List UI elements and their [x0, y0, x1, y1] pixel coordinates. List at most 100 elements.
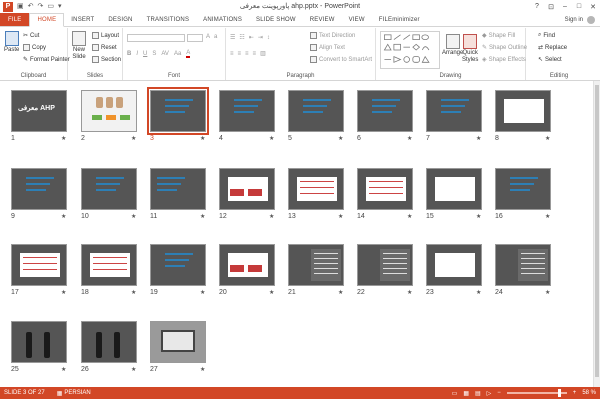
line-spacing-icon[interactable]: ↕ — [267, 35, 270, 41]
transition-star-icon[interactable]: ★ — [269, 289, 274, 296]
tab-fileminimizer[interactable]: FILEminimizer — [372, 13, 427, 26]
arrange-button[interactable]: Arrange — [442, 34, 463, 56]
tab-insert[interactable]: INSERT — [64, 13, 101, 26]
slide-thumbnail-25[interactable] — [11, 321, 67, 363]
tab-home[interactable]: HOME — [29, 13, 65, 27]
transition-star-icon[interactable]: ★ — [407, 135, 412, 142]
transition-star-icon[interactable]: ★ — [338, 213, 343, 220]
transition-star-icon[interactable]: ★ — [200, 289, 205, 296]
transition-star-icon[interactable]: ★ — [476, 135, 481, 142]
transition-star-icon[interactable]: ★ — [545, 135, 550, 142]
transition-star-icon[interactable]: ★ — [61, 213, 66, 220]
transition-star-icon[interactable]: ★ — [200, 213, 205, 220]
slide-thumbnail-1[interactable]: معرفی AHP — [11, 90, 67, 132]
minimize-button[interactable]: – — [558, 0, 572, 13]
quick-styles-button[interactable]: Quick Styles — [462, 34, 478, 63]
redo-icon[interactable]: ↷ — [38, 2, 44, 12]
align-center-icon[interactable]: ≡ — [238, 51, 242, 57]
ribbon-display-options-button[interactable]: ⊡ — [544, 0, 558, 13]
slide-thumbnail-13[interactable] — [288, 168, 344, 210]
grow-font-icon[interactable]: A — [206, 34, 210, 40]
slide-thumbnail-3[interactable] — [147, 87, 209, 135]
slide-thumbnail-19[interactable] — [150, 244, 206, 286]
save-icon[interactable]: ▣ — [17, 2, 24, 12]
language-indicator[interactable]: ▦ PERSIAN — [57, 390, 91, 397]
bold-icon[interactable]: B — [127, 51, 131, 57]
slide-thumbnail-16[interactable] — [495, 168, 551, 210]
increase-indent-icon[interactable]: ⇥ — [258, 34, 263, 41]
transition-star-icon[interactable]: ★ — [407, 213, 412, 220]
transition-star-icon[interactable]: ★ — [338, 289, 343, 296]
tab-transitions[interactable]: TRANSITIONS — [140, 13, 197, 26]
customize-icon[interactable]: ▾ — [58, 2, 62, 12]
transition-star-icon[interactable]: ★ — [269, 135, 274, 142]
undo-icon[interactable]: ↶ — [28, 2, 34, 12]
numbering-icon[interactable]: ☷ — [239, 34, 244, 41]
tab-design[interactable]: DESIGN — [101, 13, 139, 26]
underline-icon[interactable]: U — [143, 51, 147, 57]
cut-button[interactable]: ✂ Cut — [23, 32, 39, 40]
slide-thumbnail-4[interactable] — [219, 90, 275, 132]
font-size-box[interactable] — [187, 34, 203, 42]
replace-button[interactable]: ⇄ Replace — [538, 44, 567, 52]
maximize-button[interactable]: □ — [572, 0, 586, 13]
tab-file[interactable]: FILE — [0, 13, 30, 26]
justify-icon[interactable]: ≡ — [253, 51, 257, 57]
shrink-font-icon[interactable]: a — [214, 34, 217, 40]
slide-thumbnail-12[interactable] — [219, 168, 275, 210]
slide-thumbnail-2[interactable] — [81, 90, 137, 132]
zoom-level[interactable]: 58 % — [582, 390, 596, 396]
transition-star-icon[interactable]: ★ — [545, 213, 550, 220]
zoom-slider[interactable] — [506, 389, 567, 397]
slide-thumbnail-6[interactable] — [357, 90, 413, 132]
format-painter-button[interactable]: ✎ Format Painter — [23, 56, 70, 64]
shapes-gallery[interactable] — [380, 31, 440, 69]
copy-button[interactable]: Copy — [23, 44, 46, 51]
convert-smartart-button[interactable]: Convert to SmartArt — [310, 56, 372, 63]
slide-thumbnail-14[interactable] — [357, 168, 413, 210]
zoom-slider-knob[interactable] — [557, 389, 561, 397]
slide-show-view-icon[interactable]: ▷ — [487, 390, 492, 397]
align-right-icon[interactable]: ≡ — [245, 51, 249, 57]
slide-thumbnail-26[interactable] — [81, 321, 137, 363]
transition-star-icon[interactable]: ★ — [61, 135, 66, 142]
transition-star-icon[interactable]: ★ — [131, 135, 136, 142]
normal-view-icon[interactable]: ▭ — [452, 390, 458, 397]
paste-button[interactable]: Paste — [4, 31, 19, 53]
slide-thumbnail-21[interactable] — [288, 244, 344, 286]
slide-thumbnail-22[interactable] — [357, 244, 413, 286]
slide-thumbnail-11[interactable] — [150, 168, 206, 210]
transition-star-icon[interactable]: ★ — [61, 366, 66, 373]
font-color-icon[interactable]: A — [186, 50, 191, 58]
slide-sorter-view-icon[interactable]: ▦ — [463, 390, 469, 397]
shape-effects-button[interactable]: ◈ Shape Effects — [482, 56, 526, 64]
slide-thumbnail-5[interactable] — [288, 90, 344, 132]
zoom-out-icon[interactable]: − — [497, 390, 501, 396]
slide-thumbnail-24[interactable] — [495, 244, 551, 286]
help-button[interactable]: ? — [530, 0, 544, 13]
slideshow-icon[interactable]: ▭ — [47, 2, 54, 12]
transition-star-icon[interactable]: ★ — [545, 289, 550, 296]
strikethrough-icon[interactable]: S — [152, 51, 156, 57]
slide-indicator[interactable]: SLIDE 3 OF 27 — [4, 390, 45, 396]
vertical-scrollbar[interactable] — [593, 81, 600, 387]
tab-view[interactable]: VIEW — [342, 13, 372, 26]
transition-star-icon[interactable]: ★ — [131, 289, 136, 296]
slide-thumbnail-10[interactable] — [81, 168, 137, 210]
transition-star-icon[interactable]: ★ — [61, 289, 66, 296]
slide-thumbnail-8[interactable] — [495, 90, 551, 132]
close-button[interactable]: ✕ — [586, 0, 600, 13]
tab-animations[interactable]: ANIMATIONS — [196, 13, 249, 26]
new-slide-button[interactable]: New Slide — [72, 31, 86, 60]
slide-thumbnail-27[interactable] — [150, 321, 206, 363]
transition-star-icon[interactable]: ★ — [476, 289, 481, 296]
transition-star-icon[interactable]: ★ — [131, 366, 136, 373]
select-button[interactable]: ↖ Select — [538, 56, 562, 64]
reset-button[interactable]: Reset — [92, 44, 117, 51]
transition-star-icon[interactable]: ★ — [407, 289, 412, 296]
text-direction-button[interactable]: Text Direction — [310, 32, 355, 39]
shape-outline-button[interactable]: ✎ Shape Outline — [482, 44, 527, 52]
scrollbar-thumb[interactable] — [595, 85, 599, 377]
transition-star-icon[interactable]: ★ — [476, 213, 481, 220]
transition-star-icon[interactable]: ★ — [269, 213, 274, 220]
